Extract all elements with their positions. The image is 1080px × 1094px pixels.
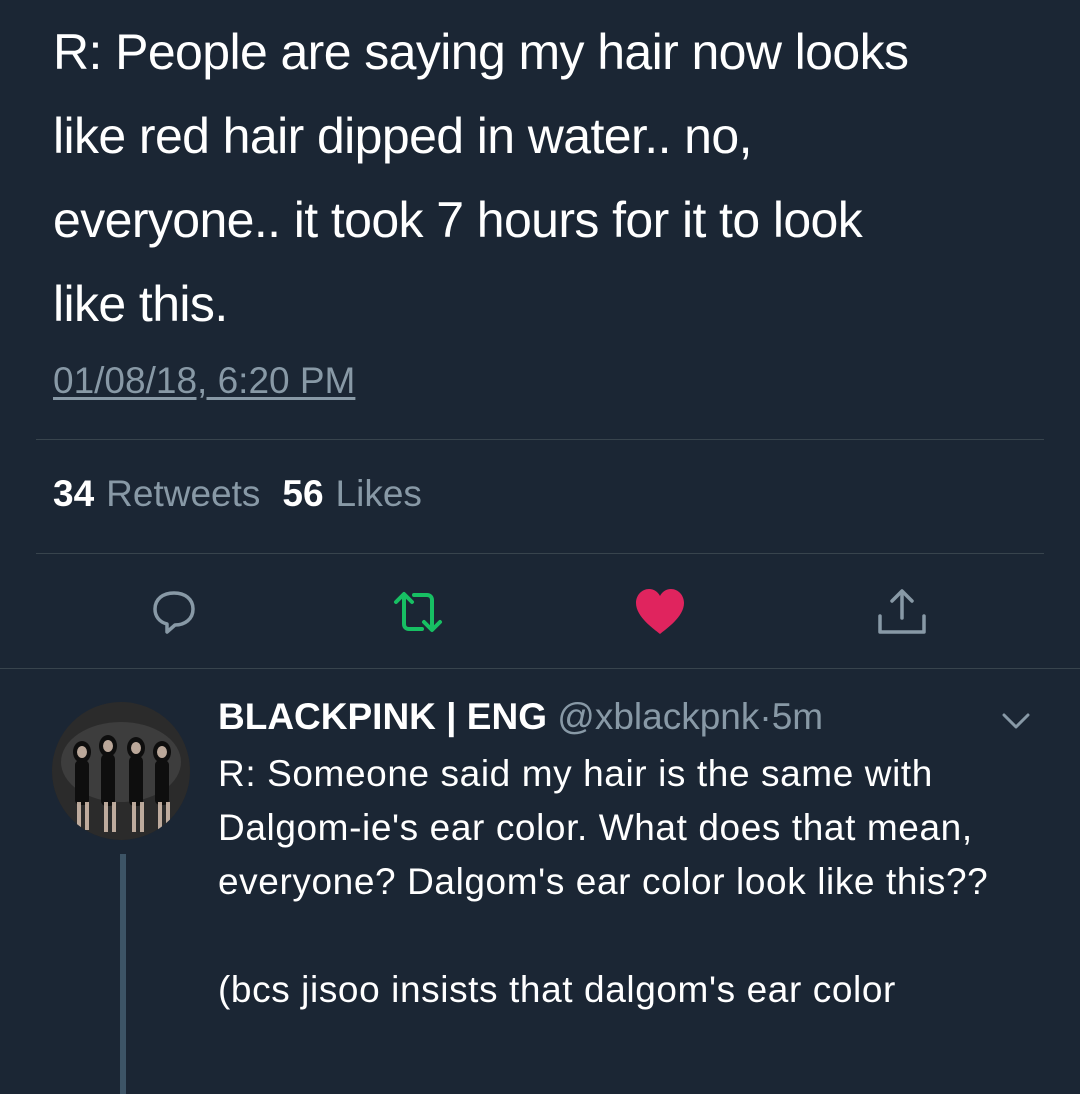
reply-time[interactable]: 5m: [772, 696, 823, 737]
like-button[interactable]: [632, 584, 688, 640]
tweet-timestamp[interactable]: 01/08/18, 6:20 PM: [53, 360, 355, 402]
divider: [36, 439, 1044, 440]
reply-header: BLACKPINK | ENG @xblackpnk·5m: [218, 696, 823, 738]
retweet-button[interactable]: [390, 584, 446, 640]
share-button[interactable]: [874, 584, 930, 640]
reply-text: R: Someone said my hair is the same with…: [218, 747, 1068, 1017]
divider: [0, 668, 1080, 669]
tweet-stats: 34 Retweets 56 Likes: [53, 473, 432, 515]
likes-label[interactable]: Likes: [336, 473, 422, 515]
retweets-count[interactable]: 34: [53, 473, 94, 515]
reply-icon: [153, 591, 195, 634]
reply-paragraph: (bcs jisoo insists that dalgom's ear col…: [218, 969, 896, 1010]
retweets-label[interactable]: Retweets: [106, 473, 260, 515]
heart-icon: [636, 589, 684, 634]
share-icon: [878, 589, 926, 634]
reply-button[interactable]: [146, 584, 202, 640]
likes-count[interactable]: 56: [282, 473, 323, 515]
reply-author-handle[interactable]: @xblackpnk: [557, 696, 759, 737]
thread-line: [120, 854, 126, 1094]
divider: [36, 553, 1044, 554]
avatar[interactable]: [52, 702, 190, 840]
chevron-down-icon[interactable]: [1000, 705, 1032, 737]
reply-author-name[interactable]: BLACKPINK | ENG: [218, 696, 547, 737]
tweet-text: R: People are saying my hair now looks l…: [53, 24, 909, 332]
reply-paragraph: R: Someone said my hair is the same with…: [218, 753, 989, 902]
retweet-icon: [394, 592, 442, 632]
avatar-photo: [52, 702, 190, 840]
separator-dot: ·: [759, 696, 772, 737]
